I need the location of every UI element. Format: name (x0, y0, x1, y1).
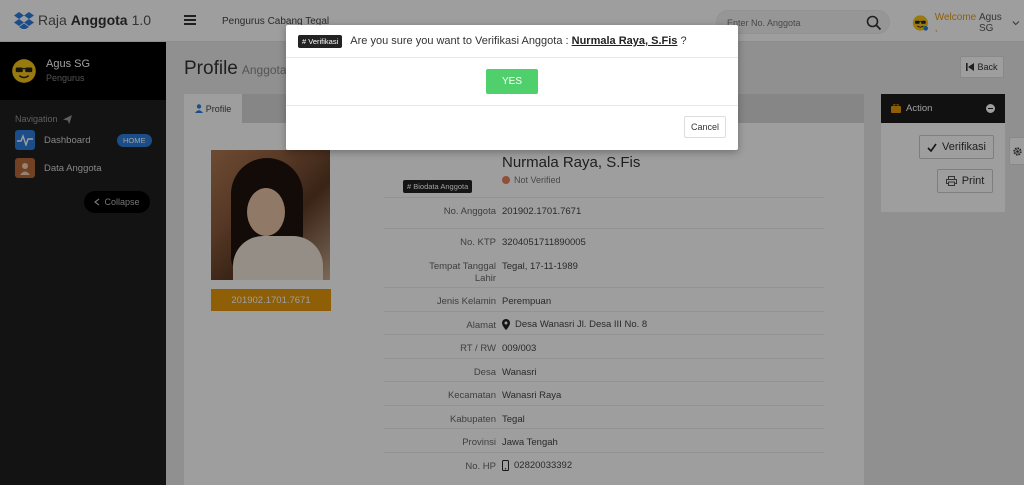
dialog-body: YES (286, 58, 738, 106)
verification-dialog: # Verifikasi Are you sure you want to Ve… (286, 25, 738, 150)
yes-button[interactable]: YES (486, 69, 538, 94)
dialog-question: Are you sure you want to Verifikasi Angg… (350, 35, 687, 47)
dialog-member-name: Nurmala Raya, S.Fis (571, 35, 678, 47)
cancel-button[interactable]: Cancel (684, 116, 726, 138)
dialog-tag: # Verifikasi (298, 34, 343, 48)
dialog-header: # Verifikasi Are you sure you want to Ve… (286, 25, 738, 58)
